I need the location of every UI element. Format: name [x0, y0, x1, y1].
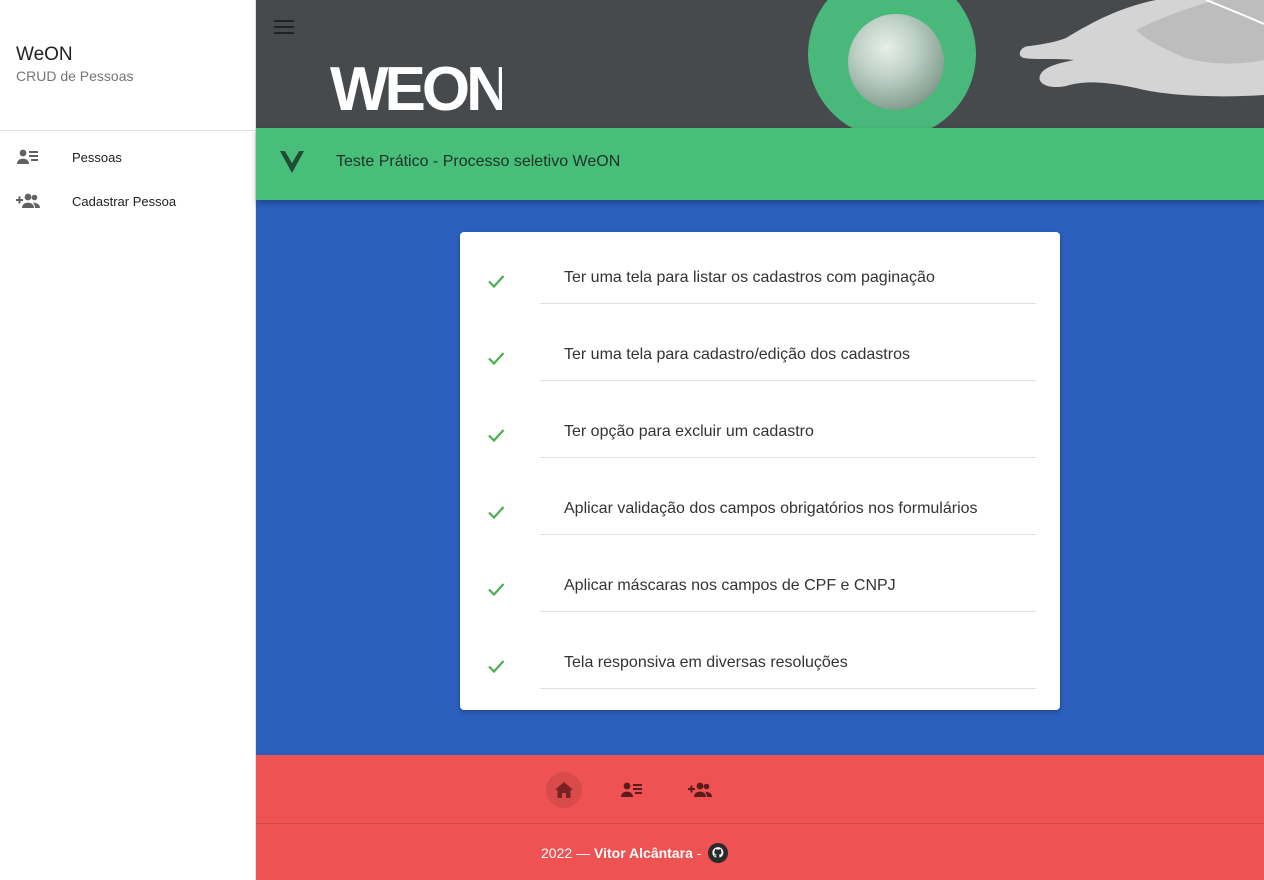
drawer-header: WeON CRUD de Pessoas: [0, 0, 255, 131]
checklist-item: Aplicar máscaras nos campos de CPF e CNP…: [460, 548, 1060, 625]
footer-separator: -: [696, 845, 702, 861]
person-list-icon: [16, 145, 40, 169]
home-button[interactable]: [546, 772, 582, 808]
add-person-icon: [16, 189, 40, 213]
footer: 2022 — Vitor Alcântara -: [256, 824, 1264, 880]
cadastrar-pessoa-nav-button[interactable]: [682, 772, 718, 808]
sidebar-item-pessoas[interactable]: Pessoas: [0, 135, 255, 179]
check-icon: [488, 506, 505, 520]
check-icon: [488, 275, 505, 289]
svg-text:WEON: WEON: [330, 60, 502, 116]
vue-logo-icon: [280, 151, 304, 173]
divider: [540, 380, 1036, 381]
person-list-icon: [621, 782, 642, 797]
github-icon[interactable]: [707, 843, 728, 863]
checklist-item-text: Ter opção para excluir um cadastro: [564, 423, 814, 440]
app-bar: Teste Prático - Processo seletivo WeON: [256, 128, 1264, 200]
add-person-icon: [688, 782, 712, 797]
sidebar-item-cadastrar-pessoa[interactable]: Cadastrar Pessoa: [0, 179, 255, 223]
checklist-item-text: Ter uma tela para listar os cadastros co…: [564, 269, 935, 286]
hero-banner: WEON: [256, 0, 1264, 128]
author-name: Vitor Alcântara: [594, 845, 693, 861]
divider: [540, 688, 1036, 689]
sidebar-item-label: Pessoas: [72, 149, 122, 165]
checklist-item-text: Aplicar validação dos campos obrigatório…: [564, 500, 978, 517]
drawer-subtitle: CRUD de Pessoas: [16, 68, 134, 84]
checklist-item: Ter uma tela para cadastro/edição dos ca…: [460, 317, 1060, 394]
checklist-item-text: Aplicar máscaras nos campos de CPF e CNP…: [564, 577, 896, 594]
page-title: Teste Prático - Processo seletivo WeON: [336, 153, 621, 170]
hamburger-icon: [274, 20, 294, 34]
weon-logo: WEON: [330, 60, 502, 116]
menu-button[interactable]: [270, 13, 298, 41]
requirements-card: Ter uma tela para listar os cadastros co…: [460, 232, 1060, 710]
sidebar-item-label: Cadastrar Pessoa: [72, 193, 177, 209]
check-icon: [488, 352, 505, 366]
divider: [540, 303, 1036, 304]
divider: [540, 457, 1036, 458]
home-icon: [555, 782, 573, 798]
check-icon: [488, 429, 505, 443]
pessoas-nav-button[interactable]: [614, 772, 650, 808]
footer-credits: 2022 — Vitor Alcântara -: [541, 843, 728, 863]
checklist-item: Aplicar validação dos campos obrigatório…: [460, 471, 1060, 548]
check-icon: [488, 660, 505, 674]
checklist-item-text: Ter uma tela para cadastro/edição dos ca…: [564, 346, 910, 363]
drawer-nav: Pessoas Cadastrar Pessoa: [0, 131, 255, 223]
checklist-item: Tela responsiva em diversas resoluções: [460, 625, 1060, 702]
check-icon: [488, 583, 505, 597]
checklist-item: Ter uma tela para listar os cadastros co…: [460, 240, 1060, 317]
main-area: WEON Teste Prático - Processo seletivo W…: [256, 0, 1264, 880]
drawer-title: WeON: [16, 44, 73, 65]
navigation-drawer: WeON CRUD de Pessoas Pessoas Cadastrar P…: [0, 0, 256, 880]
divider: [540, 611, 1036, 612]
footer-year: 2022 —: [541, 845, 591, 861]
hand-image: [1019, 0, 1264, 97]
content-area: Ter uma tela para listar os cadastros co…: [256, 200, 1264, 755]
checklist-item-text: Tela responsiva em diversas resoluções: [564, 654, 848, 671]
divider: [540, 534, 1036, 535]
bottom-navigation: [256, 755, 1264, 824]
checklist-item: Ter opção para excluir um cadastro: [460, 394, 1060, 471]
